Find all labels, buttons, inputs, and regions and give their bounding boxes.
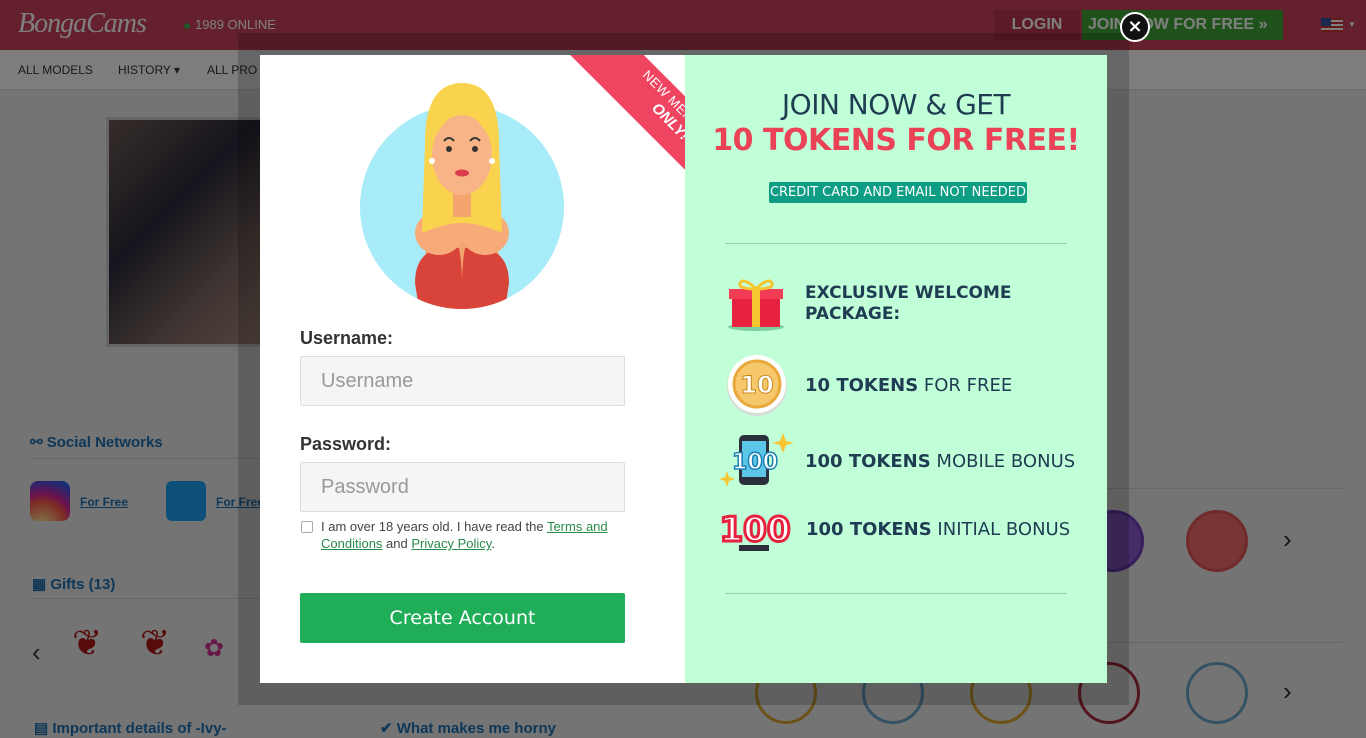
initial-label: 100 bbox=[720, 510, 791, 550]
age-terms-checkbox[interactable] bbox=[301, 521, 313, 533]
password-label: Password: bbox=[300, 434, 392, 454]
100-tokens-icon: 100 bbox=[718, 509, 792, 552]
mobile-100-icon: 100 bbox=[719, 433, 794, 487]
initial-bonus-text: 100 TOKENS INITIAL BONUS bbox=[806, 519, 1071, 540]
username-label: Username: bbox=[300, 328, 394, 348]
welcome-package-text: EXCLUSIVE WELCOME PACKAGE: bbox=[805, 283, 1012, 324]
no-card-badge: CREDIT CARD AND EMAIL NOT NEEDED bbox=[769, 182, 1027, 203]
signup-form-panel: NEW MEMBERS ONLY! Username: Username Pas… bbox=[260, 55, 685, 683]
mobile-bonus-text: 100 TOKENS MOBILE BONUS bbox=[805, 451, 1076, 472]
divider bbox=[725, 593, 1067, 594]
close-icon[interactable]: × bbox=[1120, 12, 1150, 42]
signup-modal: NEW MEMBERS ONLY! Username: Username Pas… bbox=[260, 55, 1107, 683]
username-input[interactable] bbox=[300, 356, 625, 406]
terms-text: I am over 18 years old. I have read the … bbox=[321, 519, 608, 551]
promo-panel: JOIN NOW & GET 10 TOKENS FOR FREE! CREDI… bbox=[685, 55, 1107, 683]
model-avatar-icon bbox=[360, 83, 564, 309]
password-input[interactable] bbox=[300, 462, 625, 512]
mobile-label: 100 bbox=[732, 450, 778, 475]
create-account-button[interactable]: Create Account bbox=[300, 593, 625, 643]
gift-icon bbox=[728, 279, 784, 331]
ribbon-line-2: ONLY! bbox=[648, 99, 685, 144]
promo-highlight: 10 TOKENS FOR FREE! bbox=[712, 123, 1080, 158]
promo-title: JOIN NOW & GET bbox=[781, 88, 1011, 121]
coin-10-icon: 10 bbox=[727, 355, 787, 416]
coin-label: 10 bbox=[740, 371, 773, 399]
privacy-link[interactable]: Privacy Policy bbox=[411, 536, 491, 551]
divider bbox=[725, 243, 1067, 244]
tokens-free-text: 10 TOKENS FOR FREE bbox=[805, 375, 1013, 396]
